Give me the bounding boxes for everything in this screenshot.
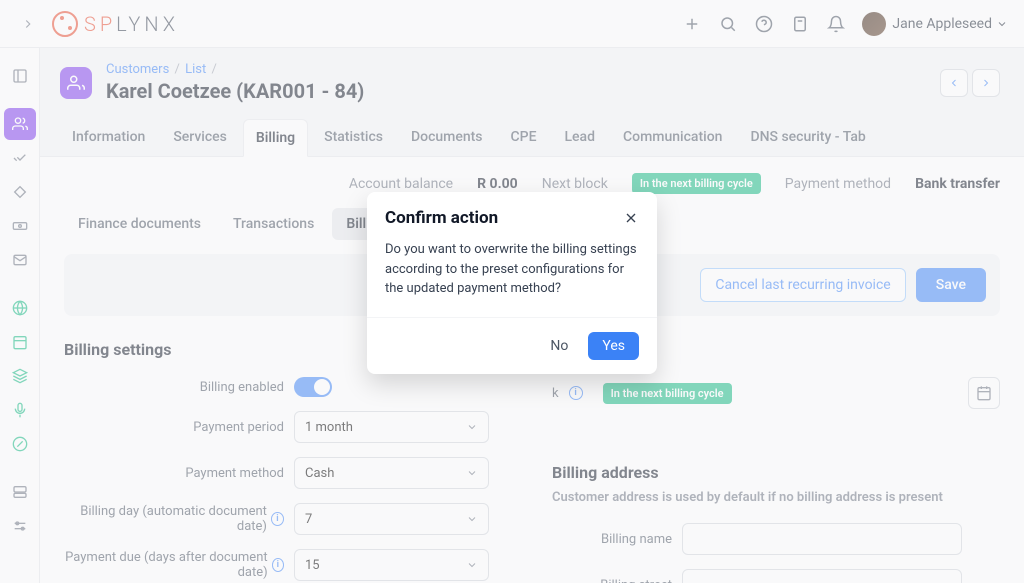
confirm-modal: Confirm action Do you want to overwrite …: [367, 192, 657, 374]
modal-body: Do you want to overwrite the billing set…: [367, 236, 657, 317]
modal-overlay[interactable]: Confirm action Do you want to overwrite …: [0, 0, 1024, 583]
modal-yes-button[interactable]: Yes: [588, 332, 639, 360]
modal-title: Confirm action: [385, 208, 498, 228]
close-icon[interactable]: [623, 210, 639, 226]
modal-no-button[interactable]: No: [540, 332, 578, 360]
